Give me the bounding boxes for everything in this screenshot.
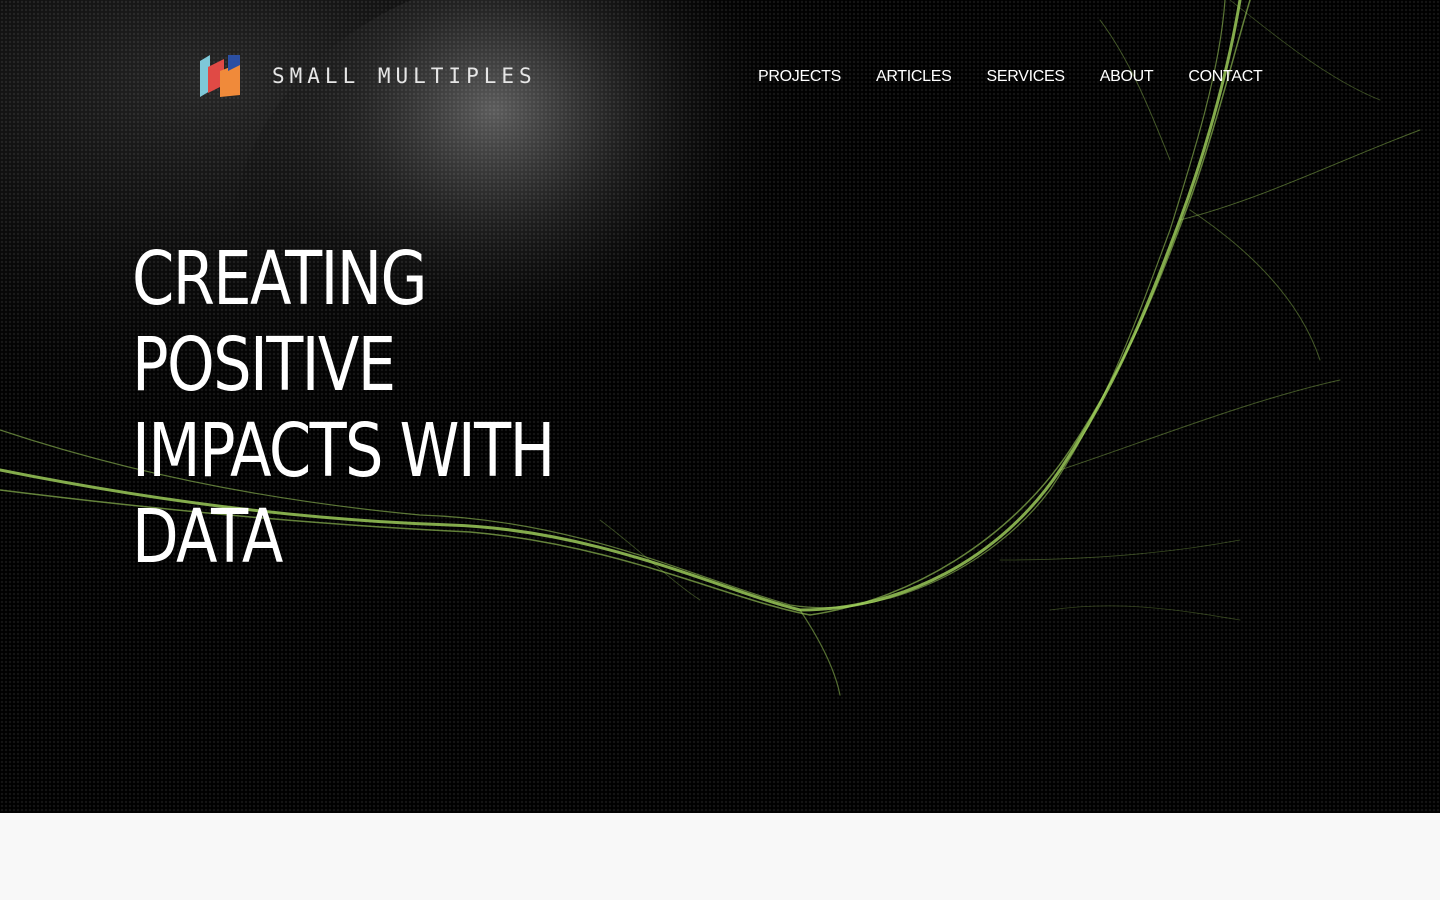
headline-line: CREATING <box>132 236 428 322</box>
main-navigation: PROJECTS ARTICLES SERVICES ABOUT CONTACT <box>758 66 1297 88</box>
content-section <box>0 813 1440 900</box>
site-header: SMALL MULTIPLES PROJECTS ARTICLES SERVIC… <box>0 0 1440 150</box>
hero-section: SMALL MULTIPLES PROJECTS ARTICLES SERVIC… <box>0 0 1440 813</box>
nav-articles-link[interactable]: ARTICLES <box>876 66 952 88</box>
logo-link[interactable]: SMALL MULTIPLES <box>200 55 537 97</box>
brand-name: SMALL MULTIPLES <box>272 64 537 88</box>
nav-contact-link[interactable]: CONTACT <box>1188 66 1262 88</box>
small-multiples-logo-icon <box>200 55 240 97</box>
nav-projects-link[interactable]: PROJECTS <box>758 66 841 88</box>
headline-line: IMPACTS WITH <box>132 408 555 494</box>
nav-about-link[interactable]: ABOUT <box>1100 66 1154 88</box>
nav-services-link[interactable]: SERVICES <box>987 66 1066 88</box>
hero-headline: CREATING POSITIVE IMPACTS WITH DATA <box>132 236 555 580</box>
headline-line: DATA <box>132 494 283 580</box>
headline-line: POSITIVE <box>132 322 396 408</box>
